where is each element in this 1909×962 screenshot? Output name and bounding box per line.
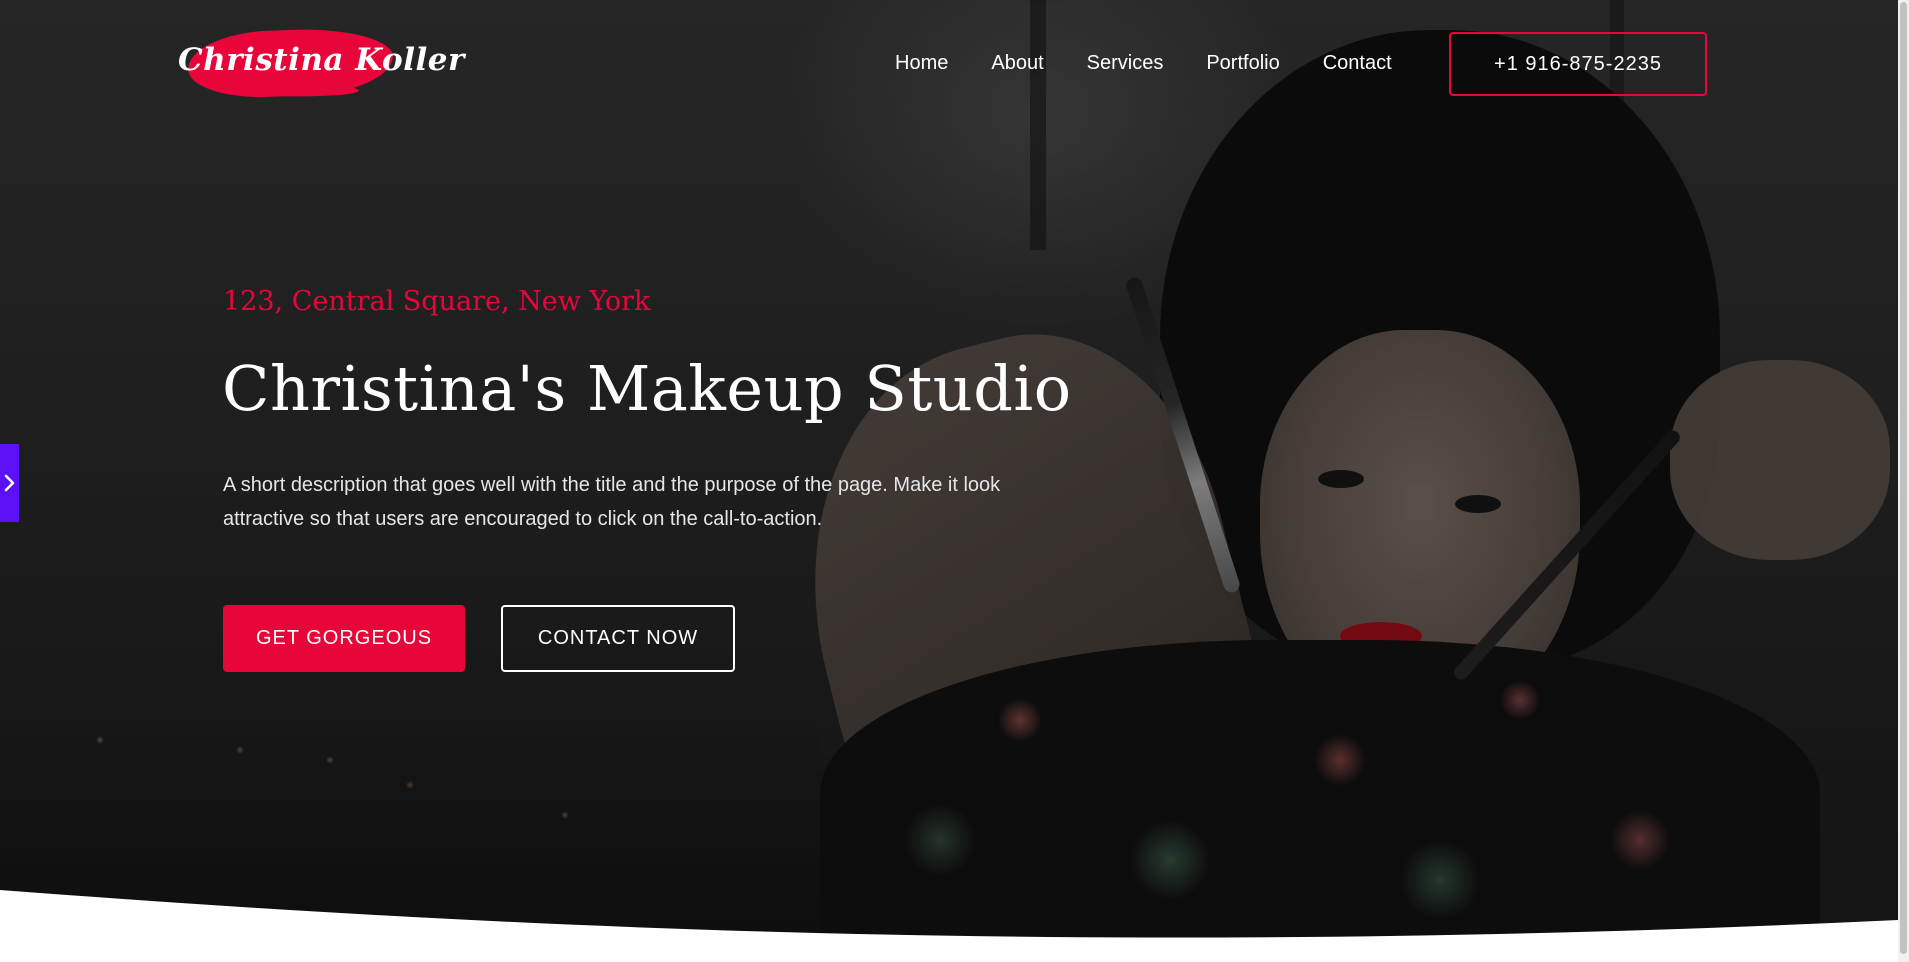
hero-description: A short description that goes well with … [223, 474, 1001, 530]
side-panel-toggle[interactable] [0, 444, 19, 522]
nav-link-about[interactable]: About [991, 52, 1043, 75]
page: Christina Koller Home About Services Por… [0, 0, 1909, 962]
nav-link-services[interactable]: Services [1087, 52, 1164, 75]
contact-now-button[interactable]: CONTACT NOW [501, 605, 735, 672]
hero-address: 123, Central Square, New York [223, 286, 651, 317]
nav-link-home[interactable]: Home [895, 52, 948, 75]
phone-button[interactable]: +1 916-875-2235 [1449, 32, 1707, 96]
logo-text: Christina Koller [178, 42, 465, 78]
main-nav: Home About Services Portfolio Contact [895, 52, 1435, 75]
hero-bottom-wave [0, 890, 1898, 962]
chevron-right-icon [4, 474, 14, 492]
page-scrollbar-thumb[interactable] [1900, 2, 1907, 954]
nav-link-contact[interactable]: Contact [1323, 52, 1392, 75]
page-title: Christina's Makeup Studio [222, 352, 1072, 425]
nav-link-portfolio[interactable]: Portfolio [1206, 52, 1279, 75]
get-gorgeous-button[interactable]: GET GORGEOUS [223, 605, 465, 672]
brand-logo[interactable]: Christina Koller [178, 24, 465, 104]
